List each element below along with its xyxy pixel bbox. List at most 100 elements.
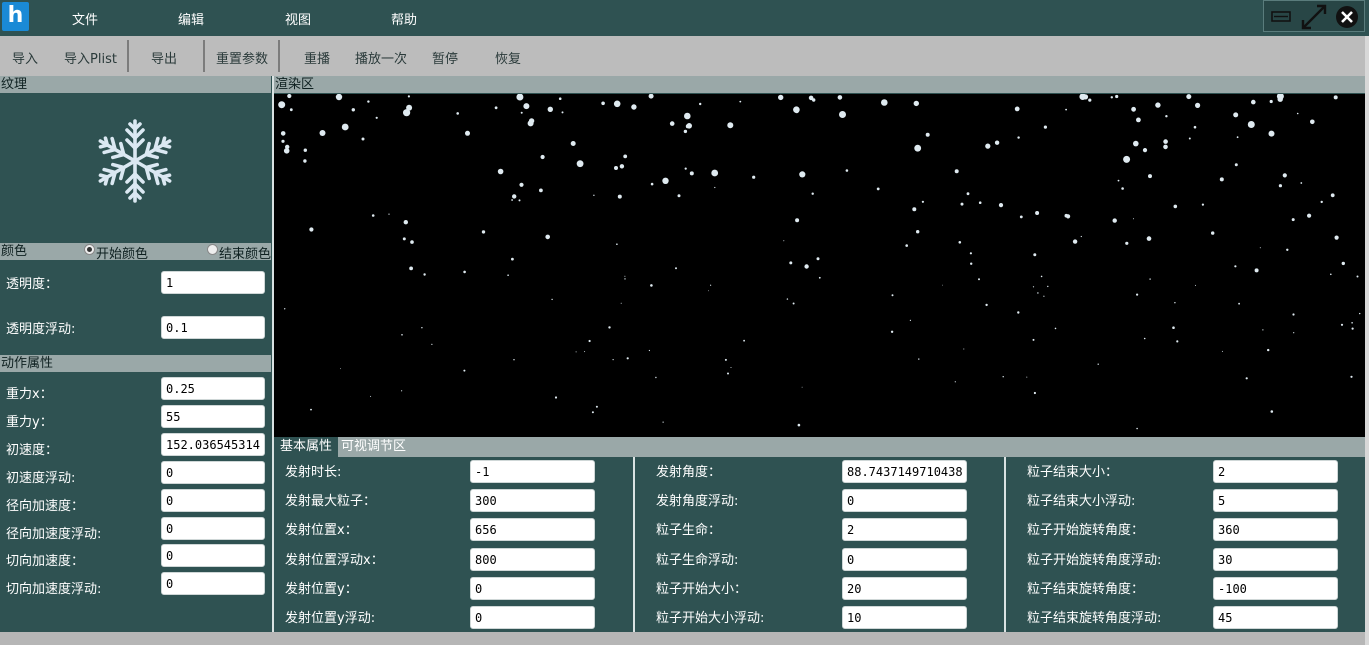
minimize-icon[interactable] bbox=[1266, 3, 1296, 31]
param-input[interactable]: 45 bbox=[1213, 606, 1338, 629]
status-bar bbox=[0, 632, 1365, 645]
snow-particle bbox=[801, 386, 803, 388]
motion-input[interactable]: 0 bbox=[161, 489, 265, 512]
tab-visual-adjust[interactable]: 可视调节区 bbox=[335, 437, 412, 457]
param-input[interactable]: 2 bbox=[1213, 460, 1338, 483]
snow-particle bbox=[1320, 200, 1323, 204]
motion-input[interactable]: 152.036545314 bbox=[161, 433, 265, 456]
snow-particle bbox=[1110, 96, 1113, 99]
end-color-radio[interactable] bbox=[207, 244, 218, 255]
motion-input[interactable]: 0 bbox=[161, 544, 265, 567]
menu-help[interactable]: 帮助 bbox=[391, 9, 417, 28]
snow-particle bbox=[963, 348, 965, 350]
opacity-input[interactable]: 1 bbox=[161, 271, 265, 294]
reset-params-button[interactable]: 重置参数 bbox=[216, 48, 268, 67]
param-input[interactable]: -100 bbox=[1213, 577, 1338, 600]
opacity-var-input[interactable]: 0.1 bbox=[161, 316, 265, 339]
pause-button[interactable]: 暂停 bbox=[432, 48, 458, 67]
opacity-label: 透明度： bbox=[6, 277, 59, 292]
particle-layer bbox=[278, 92, 1361, 430]
param-label: 发射角度浮动: bbox=[656, 494, 739, 509]
snow-particle bbox=[662, 177, 669, 184]
snow-particle bbox=[558, 97, 562, 100]
snow-particle bbox=[794, 108, 800, 114]
color-header-label: 颜色 bbox=[1, 244, 28, 259]
resume-button[interactable]: 恢复 bbox=[495, 48, 521, 67]
snow-particle bbox=[319, 130, 326, 136]
snow-particle bbox=[601, 101, 605, 106]
render-header: 渲染区 bbox=[274, 76, 1365, 93]
snow-particle bbox=[655, 376, 657, 379]
snow-particle bbox=[648, 93, 654, 99]
param-input[interactable]: 0 bbox=[470, 606, 595, 629]
snow-particle bbox=[1330, 273, 1332, 276]
start-color-radio[interactable] bbox=[84, 244, 95, 255]
param-input[interactable]: 0 bbox=[470, 577, 595, 600]
motion-input[interactable]: 0 bbox=[161, 517, 265, 540]
snow-particle bbox=[1080, 235, 1082, 238]
snow-particle bbox=[1017, 311, 1020, 314]
motion-input[interactable]: 0.25 bbox=[161, 377, 265, 400]
snowflake-icon[interactable] bbox=[92, 118, 178, 204]
param-input[interactable]: 0 bbox=[842, 548, 967, 571]
snow-particle bbox=[1221, 350, 1223, 352]
param-input[interactable]: 5 bbox=[1213, 489, 1338, 512]
maximize-icon[interactable] bbox=[1299, 3, 1329, 31]
play-once-button[interactable]: 播放一次 bbox=[355, 48, 407, 67]
snow-particle bbox=[1350, 375, 1353, 378]
import-button[interactable]: 导入 bbox=[12, 48, 38, 67]
menu-view[interactable]: 视图 bbox=[285, 9, 311, 28]
render-canvas[interactable] bbox=[274, 92, 1365, 437]
param-input[interactable]: 656 bbox=[470, 518, 595, 541]
vertical-scrollbar[interactable] bbox=[1365, 36, 1369, 645]
replay-button[interactable]: 重播 bbox=[304, 48, 330, 67]
param-input[interactable]: 300 bbox=[470, 489, 595, 512]
param-input[interactable]: 20 bbox=[842, 577, 967, 600]
param-input[interactable]: 2 bbox=[842, 518, 967, 541]
snow-particle bbox=[837, 95, 843, 100]
export-button[interactable]: 导出 bbox=[151, 48, 177, 67]
param-input[interactable]: 30 bbox=[1213, 548, 1338, 571]
snow-particle bbox=[1291, 218, 1295, 222]
snow-particle bbox=[523, 103, 530, 110]
param-input[interactable]: 0 bbox=[842, 489, 967, 512]
snow-particle bbox=[631, 104, 637, 110]
menu-bar: h 文件 编辑 视图 帮助 bbox=[0, 0, 1369, 36]
param-input[interactable]: 800 bbox=[470, 548, 595, 571]
snow-particle bbox=[792, 302, 795, 305]
param-input[interactable]: -1 bbox=[470, 460, 595, 483]
param-input[interactable]: 360 bbox=[1213, 518, 1338, 541]
snow-particle bbox=[954, 169, 959, 174]
snow-particle bbox=[1155, 102, 1161, 108]
snow-particle bbox=[619, 164, 625, 169]
motion-input[interactable]: 0 bbox=[161, 461, 265, 484]
close-icon[interactable] bbox=[1332, 3, 1362, 31]
param-input[interactable]: 88.7437149710438 bbox=[842, 460, 967, 483]
param-label: 粒子生命浮动: bbox=[656, 553, 739, 568]
motion-input[interactable]: 55 bbox=[161, 405, 265, 428]
snow-particle bbox=[289, 108, 293, 112]
snow-particle bbox=[1296, 112, 1299, 115]
snow-particle bbox=[1307, 213, 1312, 218]
snow-particle bbox=[1176, 340, 1179, 343]
motion-label: 重力x： bbox=[6, 387, 53, 402]
param-input[interactable]: 10 bbox=[842, 606, 967, 629]
snow-particle bbox=[528, 118, 535, 124]
snow-particle bbox=[1340, 323, 1344, 326]
motion-label: 初速度浮动: bbox=[6, 471, 76, 486]
snow-particle bbox=[520, 111, 523, 114]
param-label: 发射位置x： bbox=[285, 523, 358, 538]
menu-edit[interactable]: 编辑 bbox=[178, 9, 204, 28]
menu-file[interactable]: 文件 bbox=[72, 9, 98, 28]
snow-particle bbox=[1043, 295, 1045, 297]
motion-input[interactable]: 0 bbox=[161, 572, 265, 595]
snow-particle bbox=[1163, 139, 1168, 144]
snow-particle bbox=[463, 270, 466, 274]
import-plist-button[interactable]: 导入Plist bbox=[64, 48, 117, 67]
snow-particle bbox=[584, 351, 586, 353]
snow-particle bbox=[925, 132, 930, 137]
snow-particle bbox=[1193, 125, 1197, 129]
snow-particle bbox=[839, 111, 846, 118]
tab-basic-properties[interactable]: 基本属性 bbox=[274, 437, 339, 457]
snow-particle bbox=[711, 169, 719, 177]
